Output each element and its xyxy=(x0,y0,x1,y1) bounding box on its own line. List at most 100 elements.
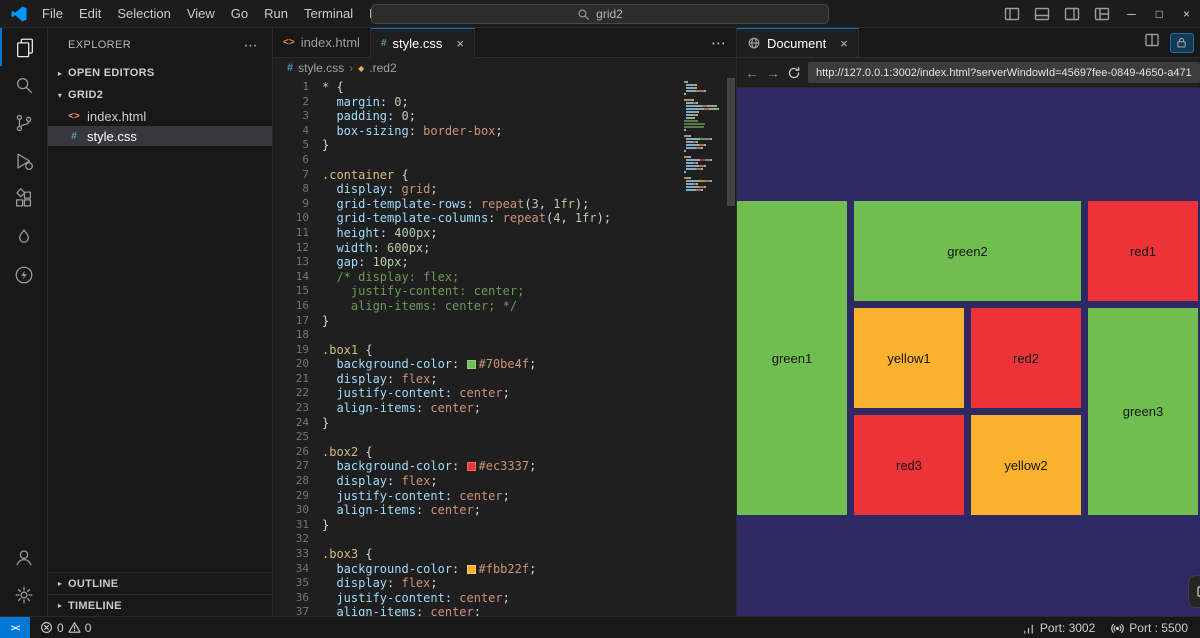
outline-section[interactable]: ▸ OUTLINE xyxy=(48,572,272,594)
menu-run[interactable]: Run xyxy=(256,6,296,21)
code-line-15[interactable]: 15 justify-content: center; xyxy=(273,284,736,299)
color-swatch[interactable] xyxy=(466,564,476,574)
code-line-31[interactable]: 31} xyxy=(273,518,736,533)
minimap[interactable] xyxy=(684,81,720,192)
code-line-16[interactable]: 16 align-items: center; */ xyxy=(273,299,736,314)
open-editors-section[interactable]: ▸ OPEN EDITORS xyxy=(48,62,272,84)
line-content: } xyxy=(322,415,330,430)
code-line-36[interactable]: 36 justify-content: center; xyxy=(273,591,736,606)
lock-icon[interactable] xyxy=(1169,32,1194,53)
close-icon[interactable]: × xyxy=(840,36,848,51)
code-line-30[interactable]: 30 align-items: center; xyxy=(273,503,736,518)
editor-actions-icon[interactable]: ⋯ xyxy=(711,28,736,57)
toggle-panel-icon[interactable] xyxy=(1027,6,1057,22)
line-number: 17 xyxy=(295,313,309,327)
code-line-35[interactable]: 35 display: flex; xyxy=(273,576,736,591)
code-line-21[interactable]: 21 display: flex; xyxy=(273,372,736,387)
line-number: 35 xyxy=(295,576,309,590)
toggle-secondary-sidebar-icon[interactable] xyxy=(1057,6,1087,22)
browser-overlay-button[interactable] xyxy=(1187,575,1200,608)
file-item-style.css[interactable]: # style.css xyxy=(48,126,272,146)
code-line-8[interactable]: 8 display: grid; xyxy=(273,182,736,197)
extensions-icon[interactable] xyxy=(0,180,48,218)
code-line-9[interactable]: 9 grid-template-rows: repeat(3, 1fr); xyxy=(273,197,736,212)
code-line-13[interactable]: 13 gap: 10px; xyxy=(273,255,736,270)
code-line-10[interactable]: 10 grid-template-columns: repeat(4, 1fr)… xyxy=(273,211,736,226)
close-button[interactable]: × xyxy=(1173,0,1200,28)
code-line-17[interactable]: 17} xyxy=(273,314,736,329)
run-debug-icon[interactable] xyxy=(0,142,48,180)
code-line-23[interactable]: 23 align-items: center; xyxy=(273,401,736,416)
maximize-button[interactable]: □ xyxy=(1146,0,1173,28)
settings-gear-icon[interactable] xyxy=(0,576,48,614)
code-line-26[interactable]: 26 .box2 { xyxy=(273,445,736,460)
code-line-5[interactable]: 5} xyxy=(273,138,736,153)
code-line-32[interactable]: 32 xyxy=(273,532,736,547)
menu-file[interactable]: File xyxy=(34,6,71,21)
url-input[interactable]: http://127.0.0.1:3002/index.html?serverW… xyxy=(808,62,1200,83)
code-line-20[interactable]: 20 background-color: #70be4f; xyxy=(273,357,736,372)
breadcrumb[interactable]: # style.css › ◆ .red2 xyxy=(273,58,736,78)
tab-index.html[interactable]: <> index.html xyxy=(273,28,371,57)
command-center-search[interactable]: grid2 xyxy=(371,4,829,24)
menu-go[interactable]: Go xyxy=(223,6,256,21)
browser-reload-icon[interactable] xyxy=(787,66,801,80)
minimize-button[interactable]: ─ xyxy=(1117,0,1146,28)
color-swatch[interactable] xyxy=(466,360,476,370)
code-line-22[interactable]: 22 justify-content: center; xyxy=(273,386,736,401)
code-line-7[interactable]: 7 .container { xyxy=(273,168,736,183)
code-line-18[interactable]: 18 xyxy=(273,328,736,343)
code-line-19[interactable]: 19 .box1 { xyxy=(273,343,736,358)
code-line-27[interactable]: 27 background-color: #ec3337; xyxy=(273,459,736,474)
source-control-icon[interactable] xyxy=(0,104,48,142)
code-line-37[interactable]: 37 align-items: center; xyxy=(273,605,736,616)
editor-scrollbar[interactable] xyxy=(727,78,735,206)
code-line-34[interactable]: 34 background-color: #fbb22f; xyxy=(273,562,736,577)
folder-section-grid2[interactable]: ▾ GRID2 xyxy=(48,84,272,106)
code-line-1[interactable]: 1 * { xyxy=(273,80,736,95)
menu-view[interactable]: View xyxy=(179,6,223,21)
browser-forward-icon[interactable]: → xyxy=(766,65,780,81)
code-line-25[interactable]: 25 xyxy=(273,430,736,445)
code-line-6[interactable]: 6 xyxy=(273,153,736,168)
code-line-28[interactable]: 28 display: flex; xyxy=(273,474,736,489)
code-line-29[interactable]: 29 justify-content: center; xyxy=(273,489,736,504)
timeline-section[interactable]: ▸ TIMELINE xyxy=(48,594,272,616)
search-icon[interactable] xyxy=(0,66,48,104)
browser-back-icon[interactable]: ← xyxy=(745,65,759,81)
account-icon[interactable] xyxy=(0,538,48,576)
close-icon[interactable]: × xyxy=(456,36,464,51)
live-server-status[interactable]: Port : 5500 xyxy=(1111,621,1188,635)
remote-indicator[interactable]: >< xyxy=(0,617,30,638)
problems-indicator[interactable]: 0 0 xyxy=(40,621,91,635)
menu-terminal[interactable]: Terminal xyxy=(296,6,361,21)
minimap-line xyxy=(684,96,720,98)
line-content: grid-template-rows: repeat(3, 1fr); xyxy=(336,196,590,211)
code-line-2[interactable]: 2 margin: 0; xyxy=(273,95,736,110)
color-swatch[interactable] xyxy=(466,462,476,472)
code-line-12[interactable]: 12 width: 600px; xyxy=(273,241,736,256)
port-forward-status[interactable]: Port: 3002 xyxy=(1022,621,1095,635)
split-editor-icon[interactable] xyxy=(1144,32,1160,53)
file-list: <> index.html # style.css xyxy=(48,106,272,146)
menu-edit[interactable]: Edit xyxy=(71,6,109,21)
tab-style.css[interactable]: # style.css × xyxy=(370,28,475,58)
breadcrumb-symbol[interactable]: .red2 xyxy=(369,61,396,75)
menu-selection[interactable]: Selection xyxy=(109,6,178,21)
tab-document[interactable]: Document × xyxy=(737,28,859,57)
toggle-sidebar-icon[interactable] xyxy=(997,6,1027,22)
breadcrumb-file[interactable]: style.css xyxy=(298,61,344,75)
file-item-index.html[interactable]: <> index.html xyxy=(48,106,272,126)
customize-layout-icon[interactable] xyxy=(1087,6,1117,22)
code-line-33[interactable]: 33 .box3 { xyxy=(273,547,736,562)
more-actions-icon[interactable]: ⋯ xyxy=(244,37,258,54)
code-line-4[interactable]: 4 box-sizing: border-box; xyxy=(273,124,736,139)
explorer-icon[interactable] xyxy=(0,28,48,66)
code-line-11[interactable]: 11 height: 400px; xyxy=(273,226,736,241)
live-server-icon[interactable] xyxy=(0,218,48,256)
code-line-24[interactable]: 24} xyxy=(273,416,736,431)
code-line-3[interactable]: 3 padding: 0; xyxy=(273,109,736,124)
code-editor[interactable]: 1 * {2 margin: 0; 3 padding: 0; 4 box-sizin… xyxy=(273,78,736,616)
thunder-client-icon[interactable] xyxy=(0,256,48,294)
code-line-14[interactable]: 14 /* display: flex; xyxy=(273,270,736,285)
